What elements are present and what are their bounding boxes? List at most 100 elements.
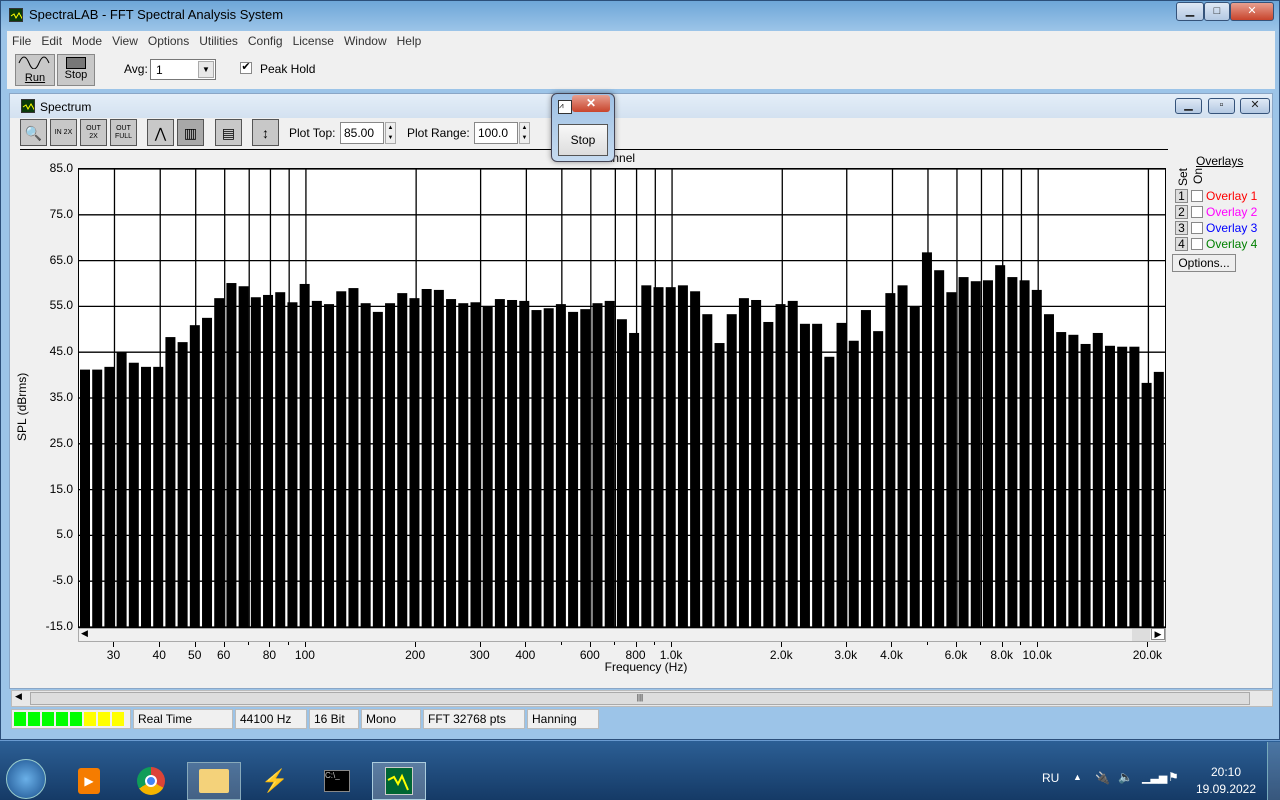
zoom-out-full-button[interactable]: OUT FULL	[110, 119, 137, 146]
spectralab-taskbar-icon[interactable]	[372, 762, 426, 800]
run-button[interactable]: Run	[15, 54, 55, 86]
level-segment	[84, 712, 96, 726]
stop-button[interactable]: Stop	[57, 54, 95, 86]
spectrum-bar	[677, 285, 688, 627]
plot-scrollbar[interactable]: ◀ ▶	[78, 628, 1166, 642]
scroll-thumb[interactable]	[1132, 629, 1150, 641]
network-icon[interactable]: ⚡	[248, 762, 302, 800]
spectrum-bar	[531, 310, 542, 627]
x-tick-mark	[1037, 642, 1039, 647]
y-tick-label: 5.0	[56, 527, 73, 542]
zoom-out-2x-button[interactable]: OUT 2X	[80, 119, 107, 146]
menu-utilities[interactable]: Utilities	[194, 31, 243, 51]
power-icon[interactable]: 🔌	[1095, 771, 1110, 785]
menu-edit[interactable]: Edit	[36, 31, 67, 51]
show-desktop-button[interactable]	[1267, 742, 1280, 800]
maximize-button[interactable]: □	[1204, 2, 1230, 21]
overlay-options-button[interactable]: Options...	[1172, 254, 1236, 272]
spectrum-bar	[1080, 343, 1091, 627]
x-tick-mark	[980, 642, 982, 645]
plot-top-input[interactable]	[340, 122, 384, 144]
cmd-icon[interactable]: C:\_	[310, 762, 364, 800]
overlay-on-checkbox[interactable]	[1191, 206, 1203, 218]
start-button[interactable]	[6, 759, 46, 799]
overlay-on-checkbox[interactable]	[1191, 238, 1203, 250]
clock-time[interactable]: 20:10	[1195, 765, 1257, 779]
overlay-on-checkbox[interactable]	[1191, 222, 1203, 234]
y-tick-label: 25.0	[49, 435, 73, 450]
peak-hold-checkbox[interactable]: ✔	[240, 62, 252, 74]
plot-top-spinner[interactable]: ▲ ▼	[385, 122, 396, 144]
level-segment	[112, 712, 124, 726]
spectrum-bar	[214, 298, 225, 627]
explorer-icon[interactable]	[187, 762, 241, 800]
spectrum-bar	[1129, 346, 1140, 627]
overlay-set-button[interactable]: 4	[1175, 237, 1188, 251]
tray-expand-icon[interactable]: ▲	[1073, 772, 1082, 782]
overlay-on-checkbox[interactable]	[1191, 190, 1203, 202]
status-channels: Mono	[361, 709, 421, 729]
main-scrollbar[interactable]: ◀ |||	[11, 690, 1273, 707]
spectrum-bar	[482, 305, 493, 627]
chrome-icon[interactable]	[124, 762, 178, 800]
close-button[interactable]: ✕	[1230, 2, 1274, 21]
zoom-button[interactable]: 🔍	[20, 119, 47, 146]
sine-wave-icon	[18, 56, 50, 70]
child-close-button[interactable]: ✕	[1240, 98, 1270, 114]
minimize-button[interactable]: ▁	[1176, 2, 1204, 21]
menu-options[interactable]: Options	[143, 31, 194, 51]
menu-window[interactable]: Window	[339, 31, 392, 51]
scroll-left-icon[interactable]: ◀	[15, 691, 22, 702]
menu-mode[interactable]: Mode	[67, 31, 107, 51]
line-plot-button[interactable]: ⋀	[147, 119, 174, 146]
x-tick-label: 200	[405, 648, 426, 662]
overlay-set-button[interactable]: 2	[1175, 205, 1188, 219]
scale-icon: ↕	[262, 124, 269, 141]
zoom-in-2x-button[interactable]: IN 2X	[50, 119, 77, 146]
spectrum-plot[interactable]	[78, 168, 1166, 628]
title-bar: SpectraLAB - FFT Spectral Analysis Syste…	[1, 1, 1280, 29]
x-tick-label: 10.0k	[1022, 648, 1052, 662]
spectrum-bar	[714, 343, 725, 627]
menu-file[interactable]: File	[7, 31, 36, 51]
scroll-left-icon[interactable]: ◀	[81, 628, 88, 639]
scale-button[interactable]: ↕	[252, 119, 279, 146]
on-label: On	[1191, 167, 1205, 184]
overlay-set-button[interactable]: 3	[1175, 221, 1188, 235]
overlay-set-button[interactable]: 1	[1175, 189, 1188, 203]
menu-config[interactable]: Config	[243, 31, 288, 51]
menu-view[interactable]: View	[107, 31, 143, 51]
media-player-icon[interactable]: ▶	[62, 762, 116, 800]
clock-date[interactable]: 19.09.2022	[1195, 782, 1257, 796]
scroll-right-icon[interactable]: ▶	[1151, 628, 1165, 640]
spectrum-bar	[1068, 334, 1079, 627]
spectrum-bar	[1104, 345, 1115, 627]
plot-range-spinner[interactable]: ▲ ▼	[519, 122, 530, 144]
scroll-thumb[interactable]: |||	[30, 692, 1250, 705]
flag-icon[interactable]: ⚑	[1168, 770, 1179, 784]
run-label: Run	[24, 72, 46, 84]
spectrum-bar	[568, 311, 579, 627]
x-tick-mark	[654, 642, 656, 645]
dialog-stop-button[interactable]: Stop	[558, 124, 608, 156]
x-tick-mark	[589, 642, 591, 647]
spectrum-bar	[104, 366, 115, 627]
menu-help[interactable]: Help	[392, 31, 427, 51]
zoom-icon: 🔍	[24, 124, 43, 141]
child-maximize-button[interactable]: ▫	[1208, 98, 1235, 114]
plot-range-input[interactable]	[474, 122, 518, 144]
language-indicator[interactable]: RU	[1042, 771, 1059, 785]
dialog-close-button[interactable]: ✕	[572, 95, 610, 112]
x-tick-mark	[635, 642, 637, 647]
table-button[interactable]: ▤	[215, 119, 242, 146]
volume-icon[interactable]: 🔈	[1118, 770, 1133, 784]
chevron-down-icon[interactable]: ▼	[198, 61, 214, 78]
child-minimize-button[interactable]: ▁	[1175, 98, 1202, 114]
bar-plot-button[interactable]: ▥	[177, 119, 204, 146]
signal-icon[interactable]: ▁▃▅	[1142, 771, 1167, 784]
spectrum-bar	[80, 369, 91, 627]
menu-license[interactable]: License	[288, 31, 339, 51]
avg-select[interactable]: 1 ▼	[150, 59, 216, 80]
spectrum-bar	[726, 314, 737, 627]
main-toolbar: Run Stop Avg: 1 ▼ ✔ Peak Hold	[7, 51, 1275, 89]
